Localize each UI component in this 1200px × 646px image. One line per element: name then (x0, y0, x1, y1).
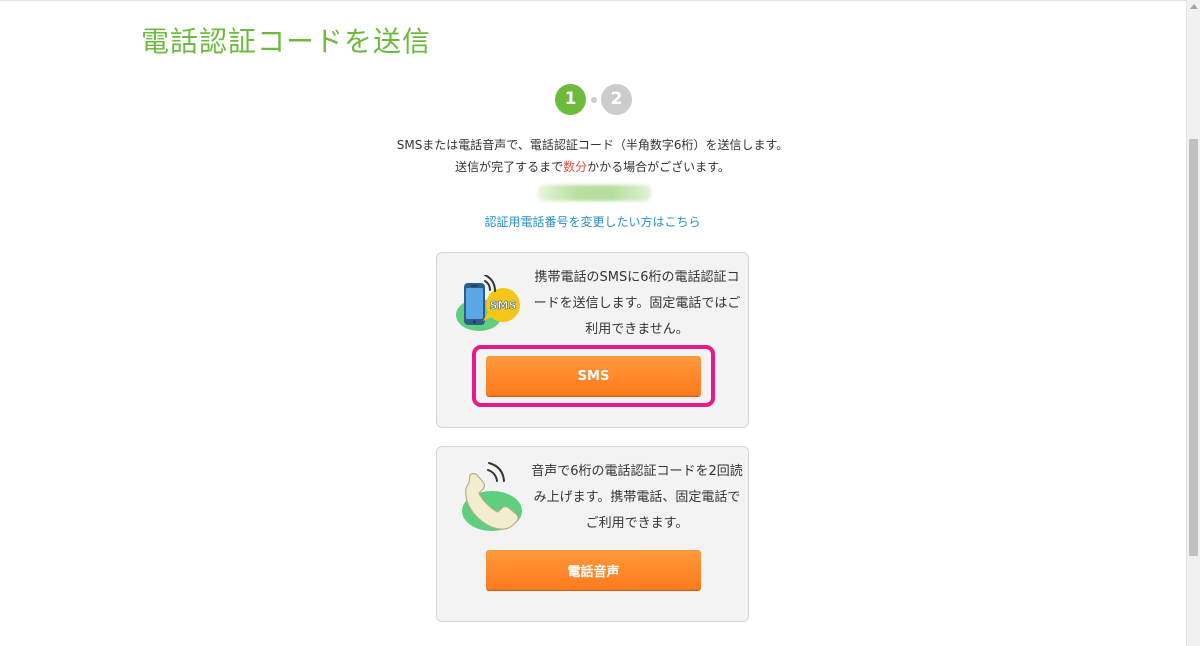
intro-highlight: 数分 (563, 160, 588, 174)
phone-sms-icon: SMS (456, 275, 520, 331)
intro-line-2-start: 送信が完了するまで (455, 160, 564, 174)
page-title: 電話認証コードを送信 (141, 25, 432, 58)
intro-line-2: 送信が完了するまで数分かかる場合がございます。 (300, 158, 885, 175)
intro-line-1: SMSまたは電話音声で、電話認証コード（半角数字6桁）を送信します。 (396, 138, 789, 152)
page: 電話認証コードを送信 1 2 SMSまたは電話音声で、電話認証コード（半角数字6… (0, 0, 1200, 646)
sms-badge-text: SMS (490, 299, 517, 312)
change-phone-number-link[interactable]: 認証用電話番号を変更したい方はこちら (300, 213, 885, 230)
scroll-up-arrow-icon[interactable] (1190, 4, 1198, 9)
step-1-current: 1 (555, 84, 586, 115)
step-connector (591, 97, 597, 103)
masked-phone-number (538, 185, 651, 201)
scroll-thumb[interactable] (1189, 139, 1198, 556)
intro-line-2-end: かかる場合がございます。 (587, 160, 730, 174)
voice-call-button[interactable]: 電話音声 (486, 550, 701, 590)
step-indicator: 1 2 (555, 84, 633, 116)
voice-description: 音声で6桁の電話認証コードを2回読み上げます。携帯電話、固定電話でご利用できます… (531, 464, 743, 531)
sms-send-button[interactable]: SMS (486, 356, 701, 396)
top-divider (0, 0, 1186, 1)
sms-description: 携帯電話のSMSに6桁の電話認証コードを送信します。固定電話ではご利用できません… (533, 270, 741, 337)
phone-handset-icon (462, 462, 522, 531)
voice-option-card: 音声で6桁の電話認証コードを2回読み上げます。携帯電話、固定電話でご利用できます… (436, 446, 749, 622)
vertical-scrollbar[interactable] (1186, 0, 1200, 646)
step-2: 2 (601, 84, 632, 115)
